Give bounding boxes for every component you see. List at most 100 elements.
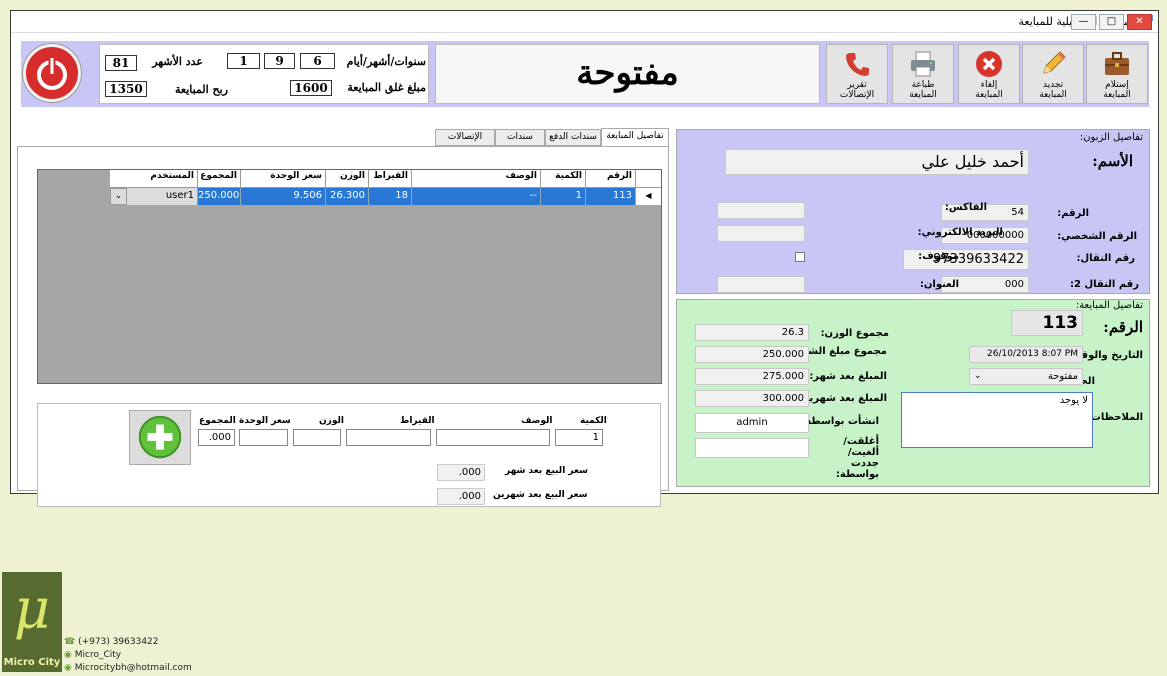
items-grid: الرقم الكمية الوصف القيراط الوزن سعر الو… — [37, 169, 662, 384]
print-label: طباعة المبايعة — [909, 80, 937, 100]
grid-header-qty: الكمية — [541, 170, 586, 188]
notes-field[interactable]: لا يوجد — [901, 392, 1093, 448]
briefcase-icon — [1105, 52, 1129, 75]
grid-header-desc: الوصف — [412, 170, 541, 188]
customer-name-label: الأسم: — [1092, 152, 1133, 170]
unit-price-input[interactable] — [239, 429, 288, 446]
grid-cell-user[interactable]: user1 — [127, 188, 198, 205]
tab-sale-details[interactable]: تفاصيل المبايعة — [601, 128, 669, 147]
sale-no-field: 113 — [1011, 310, 1083, 336]
phone-icon — [846, 53, 869, 76]
tab-content: الرقم الكمية الوصف القيراط الوزن سعر الو… — [17, 146, 669, 507]
sell-month-label: سعر البيع بعد شهر — [505, 466, 588, 476]
new-item-form: الكمية 1 الوصف القيراط الوزن سعر الوحدة … — [37, 403, 661, 507]
calls-report-button[interactable]: تقرير الإتصالات — [826, 44, 888, 104]
purchase-total-field: 250.000 — [695, 346, 809, 363]
handle-text: Micro_City — [74, 650, 122, 660]
calls-report-label: تقرير الإتصالات — [839, 80, 875, 100]
grid-header-user: المستخدم — [110, 170, 198, 188]
email-field[interactable] — [717, 225, 805, 242]
grid-cell-id[interactable]: 113 — [586, 188, 636, 205]
grid-cell-weight[interactable]: 26.300 — [326, 188, 369, 205]
sell-2months-label: سعر البيع بعد شهرين — [493, 490, 588, 500]
customer-name-field[interactable]: أحمد خليل علي — [725, 149, 1029, 175]
tab-payments[interactable]: سندات الدفع — [545, 129, 601, 146]
months-count-value: 81 — [105, 55, 137, 71]
grid-cell-total[interactable]: 250.000 — [198, 188, 241, 205]
state-select[interactable]: ⌄ مفتوحة — [969, 368, 1083, 385]
grid-header-id: الرقم — [586, 170, 636, 188]
email-icon: ◉ — [64, 663, 72, 673]
months-count-label: عدد الأشهر — [152, 55, 203, 68]
power-icon — [37, 56, 67, 90]
stopped-label: موقوف: — [918, 251, 959, 262]
desc-input[interactable] — [436, 429, 550, 446]
sale-status-display: مفتوحة — [435, 44, 820, 104]
tabs-area: الإتصالات سندات القبض سندات الدفع تفاصيل… — [17, 128, 669, 507]
logo-text: Micro City — [3, 657, 61, 668]
cancel-icon — [976, 51, 1002, 77]
cancel-sale-label: إلغاء المبايعة — [975, 80, 1003, 100]
years-label: سنوات/أشهر/أيام — [346, 55, 426, 68]
total-input: .000 — [198, 429, 235, 446]
address-label: العنوان: — [919, 279, 959, 290]
phone-line: ☎ (+973) 39633422 — [64, 636, 192, 649]
grid-cell-carat[interactable]: 18 — [369, 188, 412, 205]
title-bar: البيانات التفصيلية للمبايعة — □ ✕ — [11, 11, 1158, 33]
receive-sale-label: إستلام المبايعة — [1103, 80, 1131, 100]
sale-details-panel: تفاصيل المبايعة: الرقم: 113 التاريخ والو… — [676, 299, 1150, 487]
after-month-field: 275.000 — [695, 368, 809, 385]
months-value: 9 — [264, 53, 295, 69]
tab-receipts[interactable]: سندات القبض — [495, 129, 545, 157]
power-button[interactable] — [23, 44, 81, 102]
after-month-label: المبلغ بعد شهر: — [809, 371, 887, 382]
sale-summary: سنوات/أشهر/أيام 6 9 1 عدد الأشهر 81 مبلغ… — [99, 44, 429, 104]
add-item-button[interactable] — [129, 410, 191, 465]
chevron-down-icon: ⌄ — [974, 371, 982, 381]
grid-header-unit-price: سعر الوحدة — [241, 170, 326, 188]
closed-by-label: أغلقت/ألغيت/ جددت بواسطة: — [835, 436, 879, 480]
fax-field[interactable] — [717, 202, 805, 219]
weight-total-label: مجموع الوزن: — [820, 328, 889, 339]
weight-total-field: 26.3 — [695, 324, 809, 341]
grid-cell-qty[interactable]: 1 — [541, 188, 586, 205]
grid-cell-desc[interactable]: -- — [412, 188, 541, 205]
state-value: مفتوحة — [1047, 371, 1078, 382]
maximize-button[interactable]: □ — [1099, 14, 1124, 30]
minimize-button[interactable]: — — [1071, 14, 1096, 30]
instagram-line: ◉ Micro_City — [64, 649, 192, 662]
created-by-label: انشأت بواسطة: — [801, 416, 879, 427]
whatsapp-icon: ☎ — [64, 637, 76, 647]
close-button[interactable]: ✕ — [1127, 14, 1152, 30]
renew-sale-button[interactable]: تجديد المبايعة — [1022, 44, 1084, 104]
email-text: Microcitybh@hotmail.com — [74, 663, 192, 673]
plus-icon — [138, 415, 182, 459]
receive-sale-button[interactable]: إستلام المبايعة — [1086, 44, 1148, 104]
micro-city-logo: μ Micro City — [2, 572, 62, 672]
phone-text: (+973) 39633422 — [78, 637, 159, 647]
sale-status-text: مفتوحة — [576, 53, 679, 93]
carat-input[interactable] — [346, 429, 431, 446]
mu-logo-glyph: μ — [13, 577, 51, 642]
qty-input[interactable]: 1 — [555, 429, 603, 446]
weight-input[interactable] — [293, 429, 341, 446]
grid-header-carat: القيراط — [369, 170, 412, 188]
total-label: المجموع — [199, 416, 236, 426]
chevron-down-icon[interactable]: ⌄ — [110, 188, 127, 205]
tab-calls[interactable]: الإتصالات — [435, 129, 495, 146]
stopped-checkbox[interactable] — [795, 252, 805, 262]
personal-id-label: الرقم الشخصي: — [1057, 231, 1137, 242]
printer-icon — [911, 51, 935, 77]
address-field[interactable] — [717, 276, 805, 293]
top-panel: سنوات/أشهر/أيام 6 9 1 عدد الأشهر 81 مبلغ… — [21, 41, 1149, 107]
print-button[interactable]: طباعة المبايعة — [892, 44, 954, 104]
grid-cell-unit-price[interactable]: 9.506 — [241, 188, 326, 205]
sell-2months-field: .000 — [437, 488, 485, 505]
customer-id-label: الرقم: — [1057, 208, 1089, 219]
sale-section-label: تفاصيل المبايعة: — [1075, 300, 1143, 311]
sell-month-field: .000 — [437, 464, 485, 481]
mobile2-label: رقم النقال 2: — [1070, 279, 1139, 290]
pencil-icon — [1043, 51, 1066, 74]
carat-label: القيراط — [400, 416, 435, 426]
cancel-sale-button[interactable]: إلغاء المبايعة — [958, 44, 1020, 104]
